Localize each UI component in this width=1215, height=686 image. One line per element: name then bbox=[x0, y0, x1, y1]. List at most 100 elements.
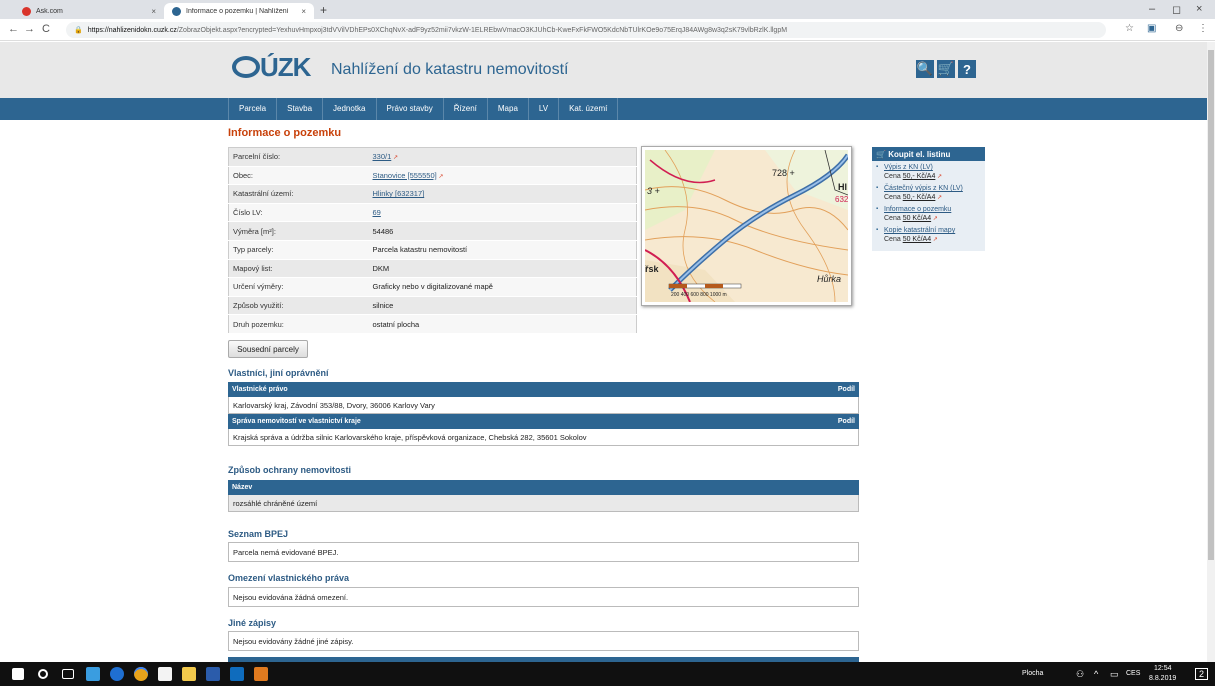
municipality-link[interactable]: Stanovice [555550] bbox=[373, 171, 437, 180]
row-label: Číslo LV: bbox=[228, 203, 369, 223]
url-field[interactable]: 🔒 https://nahlizenidokn.cuzk.cz /ZobrazO… bbox=[66, 22, 1106, 38]
network-icon[interactable]: ▭ bbox=[1110, 669, 1119, 680]
table-row: Krajská správa a údržba silnic Karlovars… bbox=[228, 429, 859, 446]
parcel-map[interactable]: 728 + 3 + Hl 632 Hůrka řsk 200 400 600 8… bbox=[641, 146, 852, 306]
header-label: Správa nemovitostí ve vlastnictví kraje bbox=[232, 418, 361, 425]
chevron-up-icon[interactable]: ^ bbox=[1094, 669, 1098, 679]
row-value: Parcela katastru nemovitostí bbox=[368, 240, 637, 260]
neighbor-parcels-button[interactable]: Sousední parcely bbox=[228, 340, 308, 358]
tab-ask[interactable]: Ask.com × bbox=[14, 3, 164, 19]
protection-table: Název rozsáhlé chráněné území bbox=[228, 480, 859, 512]
price-link[interactable]: 50,- Kč/A4 bbox=[903, 194, 936, 201]
protection-heading: Způsob ochrany nemovitosti bbox=[228, 465, 352, 475]
browser-menu-icon[interactable]: ⋮ bbox=[1198, 23, 1208, 34]
close-tab-icon[interactable]: × bbox=[151, 7, 156, 16]
external-link-icon: ↗ bbox=[935, 195, 943, 201]
buy-lv-extract-link[interactable]: Výpis z KN (LV) bbox=[884, 163, 981, 172]
lock-icon: 🔒 bbox=[74, 27, 83, 34]
tab-cuzk[interactable]: Informace o pozemku | Nahlížení × bbox=[164, 3, 314, 19]
menu-pravo-stavby[interactable]: Právo stavby bbox=[375, 98, 443, 120]
minimize-button[interactable]: – bbox=[1149, 3, 1155, 15]
search-icon[interactable]: 🔍 bbox=[916, 60, 934, 78]
table-header: Vlastnické právo Podíl bbox=[228, 382, 859, 397]
buy-document-panel: 🛒 Koupit el. listinu Výpis z KN (LV) Cen… bbox=[872, 147, 985, 251]
chrome-icon[interactable] bbox=[134, 667, 148, 681]
menu-parcela[interactable]: Parcela bbox=[228, 98, 276, 120]
price-link[interactable]: 50 Kč/A4 bbox=[903, 215, 931, 222]
main-menu-bar: Parcela Stavba Jednotka Právo stavby Říz… bbox=[0, 98, 1207, 120]
task-view-icon[interactable] bbox=[62, 669, 74, 679]
new-tab-button[interactable]: + bbox=[320, 3, 327, 17]
address-bar: ← → C 🔒 https://nahlizenidokn.cuzk.cz /Z… bbox=[0, 19, 1215, 41]
scrollbar-thumb[interactable] bbox=[1208, 50, 1214, 560]
page-title: Informace o pozemku bbox=[228, 127, 342, 139]
table-row: Druh pozemku: ostatní plocha bbox=[228, 314, 637, 334]
cart-icon[interactable]: 🛒 bbox=[937, 60, 955, 78]
row-label: Obec: bbox=[228, 166, 369, 186]
buy-panel-title: 🛒 Koupit el. listinu bbox=[872, 147, 985, 161]
row-value: Hlinky [632317] bbox=[368, 184, 637, 204]
menu-rizeni[interactable]: Řízení bbox=[442, 98, 487, 120]
account-icon[interactable]: ⊖ bbox=[1175, 23, 1183, 34]
price-link[interactable]: 50,- Kč/A4 bbox=[903, 173, 936, 180]
row-value: 330/1 ↗ bbox=[368, 147, 637, 167]
header-label: Vlastnické právo bbox=[232, 386, 288, 393]
desktop-app-icon[interactable] bbox=[86, 667, 100, 681]
maximize-button[interactable]: ◻ bbox=[1172, 3, 1181, 16]
people-icon[interactable]: ⚇ bbox=[1076, 669, 1084, 680]
help-icon[interactable]: ? bbox=[958, 60, 976, 78]
menu-stavba[interactable]: Stavba bbox=[276, 98, 322, 120]
table-row: Způsob využití: silnice bbox=[228, 296, 637, 316]
reload-button[interactable]: C bbox=[42, 23, 50, 35]
app-icon[interactable] bbox=[254, 667, 268, 681]
clock-date[interactable]: 8.8.2019 bbox=[1149, 675, 1176, 682]
menu-mapa[interactable]: Mapa bbox=[486, 98, 528, 120]
row-label: Typ parcely: bbox=[228, 240, 369, 260]
header-label: Název bbox=[232, 484, 253, 491]
page-scrollbar[interactable] bbox=[1207, 42, 1215, 662]
table-row: Parcelní číslo: 330/1 ↗ bbox=[228, 147, 637, 167]
back-button[interactable]: ← bbox=[8, 23, 19, 35]
search-icon[interactable] bbox=[38, 669, 48, 679]
extension-icon[interactable]: ▣ bbox=[1147, 23, 1156, 34]
cuzk-favicon-icon bbox=[172, 6, 181, 16]
row-value: Graficky nebo v digitalizované mapě bbox=[368, 277, 637, 297]
word-icon[interactable] bbox=[206, 667, 220, 681]
close-tab-icon[interactable]: × bbox=[301, 7, 306, 16]
menu-lv[interactable]: LV bbox=[527, 98, 558, 120]
external-link-icon: ↗ bbox=[935, 174, 943, 180]
file-explorer-icon[interactable] bbox=[182, 667, 196, 681]
windows-start-icon[interactable] bbox=[12, 668, 24, 680]
parcel-number-link[interactable]: 330/1 bbox=[373, 152, 392, 161]
cadastral-area-link[interactable]: Hlinky [632317] bbox=[373, 189, 425, 198]
ask-favicon-icon bbox=[22, 6, 31, 16]
clock-time[interactable]: 12:54 bbox=[1154, 665, 1172, 672]
windows-taskbar: Plocha ⚇ ^ ▭ CES 12:54 8.8.2019 2 bbox=[0, 662, 1215, 686]
desktop-toolbar-label[interactable]: Plocha bbox=[1022, 670, 1043, 677]
table-row: Číslo LV: 69 bbox=[228, 203, 637, 223]
edge-icon[interactable] bbox=[110, 667, 124, 681]
menu-kat-uzemi[interactable]: Kat. území bbox=[558, 98, 619, 120]
buy-parcel-info-link[interactable]: Informace o pozemku bbox=[884, 205, 981, 214]
price-link[interactable]: 50 Kč/A4 bbox=[903, 236, 931, 243]
menu-jednotka[interactable]: Jednotka bbox=[322, 98, 375, 120]
table-header: Správa nemovitostí ve vlastnictví kraje … bbox=[228, 414, 859, 429]
map-image: 728 + 3 + Hl 632 Hůrka řsk 200 400 600 8… bbox=[644, 149, 851, 303]
site-title: Nahlížení do katastru nemovitostí bbox=[331, 61, 569, 78]
main-menu: Parcela Stavba Jednotka Právo stavby Říz… bbox=[228, 98, 619, 120]
close-window-button[interactable]: × bbox=[1196, 3, 1202, 15]
url-host: https://nahlizenidokn.cuzk.cz bbox=[87, 26, 177, 34]
forward-button[interactable]: → bbox=[24, 23, 35, 35]
language-indicator[interactable]: CES bbox=[1126, 670, 1140, 677]
bookmark-star-icon[interactable]: ☆ bbox=[1125, 23, 1134, 34]
lv-number-link[interactable]: 69 bbox=[373, 208, 381, 217]
store-icon[interactable] bbox=[158, 667, 172, 681]
buy-map-copy-link[interactable]: Kopie katastrální mapy bbox=[884, 226, 981, 235]
row-label: Určení výměry: bbox=[228, 277, 369, 297]
cuzk-logo[interactable]: ÚZK bbox=[260, 52, 311, 83]
notification-center-icon[interactable]: 2 bbox=[1195, 668, 1209, 680]
buy-partial-extract-link[interactable]: Částečný výpis z KN (LV) bbox=[884, 184, 981, 193]
row-label: Mapový list: bbox=[228, 259, 369, 279]
outlook-icon[interactable] bbox=[230, 667, 244, 681]
browser-tab-bar: Ask.com × Informace o pozemku | Nahlížen… bbox=[0, 0, 1215, 19]
